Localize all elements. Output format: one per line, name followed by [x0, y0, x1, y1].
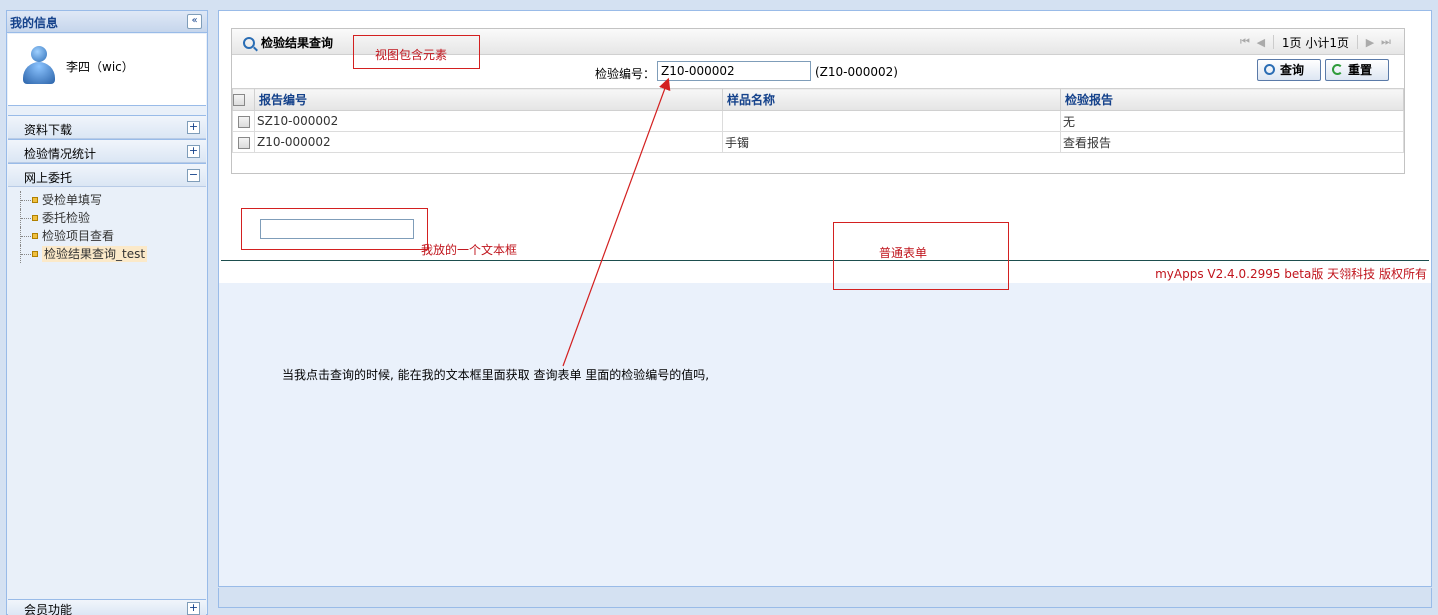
tree-item-commission-inspection[interactable]: 委托检验	[8, 209, 206, 227]
cell-report-number: SZ10-000002	[254, 110, 723, 132]
annotation-view-contains: 视图包含元素	[375, 48, 448, 62]
cell-inspection-report-link[interactable]: 查看报告	[1060, 131, 1404, 153]
search-icon	[1264, 64, 1275, 75]
footer-bar	[218, 588, 1432, 608]
column-header-inspection-report[interactable]: 检验报告	[1060, 88, 1404, 111]
last-page-icon[interactable]: ⏭	[1378, 35, 1394, 49]
sidebar-section-label: 资料下载	[24, 123, 73, 137]
column-header-sample-name[interactable]: 样品名称	[722, 88, 1061, 111]
sidebar-section-downloads[interactable]: 资料下载 +	[8, 115, 206, 139]
collapse-sidebar-button[interactable]: «	[187, 14, 202, 29]
next-page-icon[interactable]: ▶	[1362, 36, 1378, 49]
expand-icon[interactable]: +	[187, 602, 200, 615]
user-name: 李四（wic）	[66, 60, 134, 74]
annotation-box-textbox	[241, 208, 428, 250]
tree-item-result-query[interactable]: 检验结果查询_test	[8, 245, 206, 263]
folder-node-icon	[32, 197, 38, 203]
user-info-box: 李四（wic）	[8, 34, 206, 106]
expand-icon[interactable]: +	[187, 145, 200, 158]
inspection-number-input[interactable]	[657, 61, 811, 81]
sidebar: 我的信息 « 李四（wic） 资料下载 + 检验情况统计 + 网上委托 − 受检…	[6, 10, 208, 615]
tree-item-inspection-form[interactable]: 受检单填写	[8, 191, 206, 209]
search-icon	[243, 37, 255, 49]
query-button[interactable]: 查询	[1257, 59, 1321, 81]
inspection-number-label: 检验编号：	[595, 67, 656, 81]
sidebar-section-label: 网上委托	[24, 171, 73, 185]
sidebar-section-label: 会员功能	[24, 603, 73, 615]
copyright-text: myApps V2.4.0.2995 beta版 天翎科技 版权所有	[1155, 267, 1427, 281]
sidebar-tree: 受检单填写 委托检验 检验项目查看 检验结果查询_test	[8, 191, 206, 263]
sidebar-section-online-commission[interactable]: 网上委托 −	[8, 163, 206, 187]
view-title: 检验结果查询	[261, 36, 334, 50]
collapse-icon[interactable]: −	[187, 169, 200, 182]
first-page-icon[interactable]: ⏮	[1237, 35, 1253, 49]
table-row[interactable]: SZ10-000002 无	[232, 110, 1404, 132]
user-icon	[31, 46, 47, 62]
cell-inspection-report: 无	[1060, 110, 1404, 132]
folder-node-icon	[32, 215, 38, 221]
column-header-report-number[interactable]: 报告编号	[254, 88, 723, 111]
avatar	[22, 46, 56, 86]
tree-item-inspection-items[interactable]: 检验项目查看	[8, 227, 206, 245]
page-info: 1页 小计1页	[1281, 35, 1349, 50]
sidebar-section-label: 检验情况统计	[24, 147, 97, 161]
results-table: 报告编号 样品名称 检验报告 SZ10-000002 无 Z10-000002	[232, 88, 1404, 153]
refresh-icon	[1332, 64, 1343, 75]
prev-page-icon[interactable]: ◀	[1253, 36, 1269, 49]
cell-sample-name	[722, 110, 1061, 132]
folder-node-icon	[32, 251, 38, 257]
row-checkbox[interactable]	[237, 136, 250, 149]
my-info-title: 我的信息	[10, 16, 59, 30]
question-note: 当我点击查询的时候, 能在我的文本框里面获取 查询表单 里面的检验编号的值吗,	[282, 368, 710, 382]
cell-report-number: Z10-000002	[254, 131, 723, 153]
annotation-my-textbox: 我放的一个文本框	[421, 243, 518, 257]
table-header-row: 报告编号 样品名称 检验报告	[232, 88, 1404, 111]
pager: ⏮ ◀ 1页 小计1页 ▶ ⏭	[1237, 34, 1394, 50]
divider	[221, 260, 1429, 261]
my-info-header: 我的信息 «	[7, 11, 207, 33]
sidebar-section-statistics[interactable]: 检验情况统计 +	[8, 139, 206, 163]
reset-button[interactable]: 重置	[1325, 59, 1389, 81]
sidebar-section-member[interactable]: 会员功能 +	[8, 599, 206, 615]
table-row[interactable]: Z10-000002 手镯 查看报告	[232, 131, 1404, 153]
annotation-normal-form: 普通表单	[879, 246, 928, 260]
main-content: 检验结果查询 ⏮ ◀ 1页 小计1页 ▶ ⏭ 检验编号： (Z10-000002…	[218, 10, 1432, 587]
expand-icon[interactable]: +	[187, 121, 200, 134]
cell-sample-name: 手镯	[722, 131, 1061, 153]
folder-node-icon	[32, 233, 38, 239]
inspection-number-hint: (Z10-000002)	[815, 65, 898, 79]
row-checkbox[interactable]	[237, 115, 250, 128]
select-all-checkbox[interactable]	[233, 94, 245, 106]
